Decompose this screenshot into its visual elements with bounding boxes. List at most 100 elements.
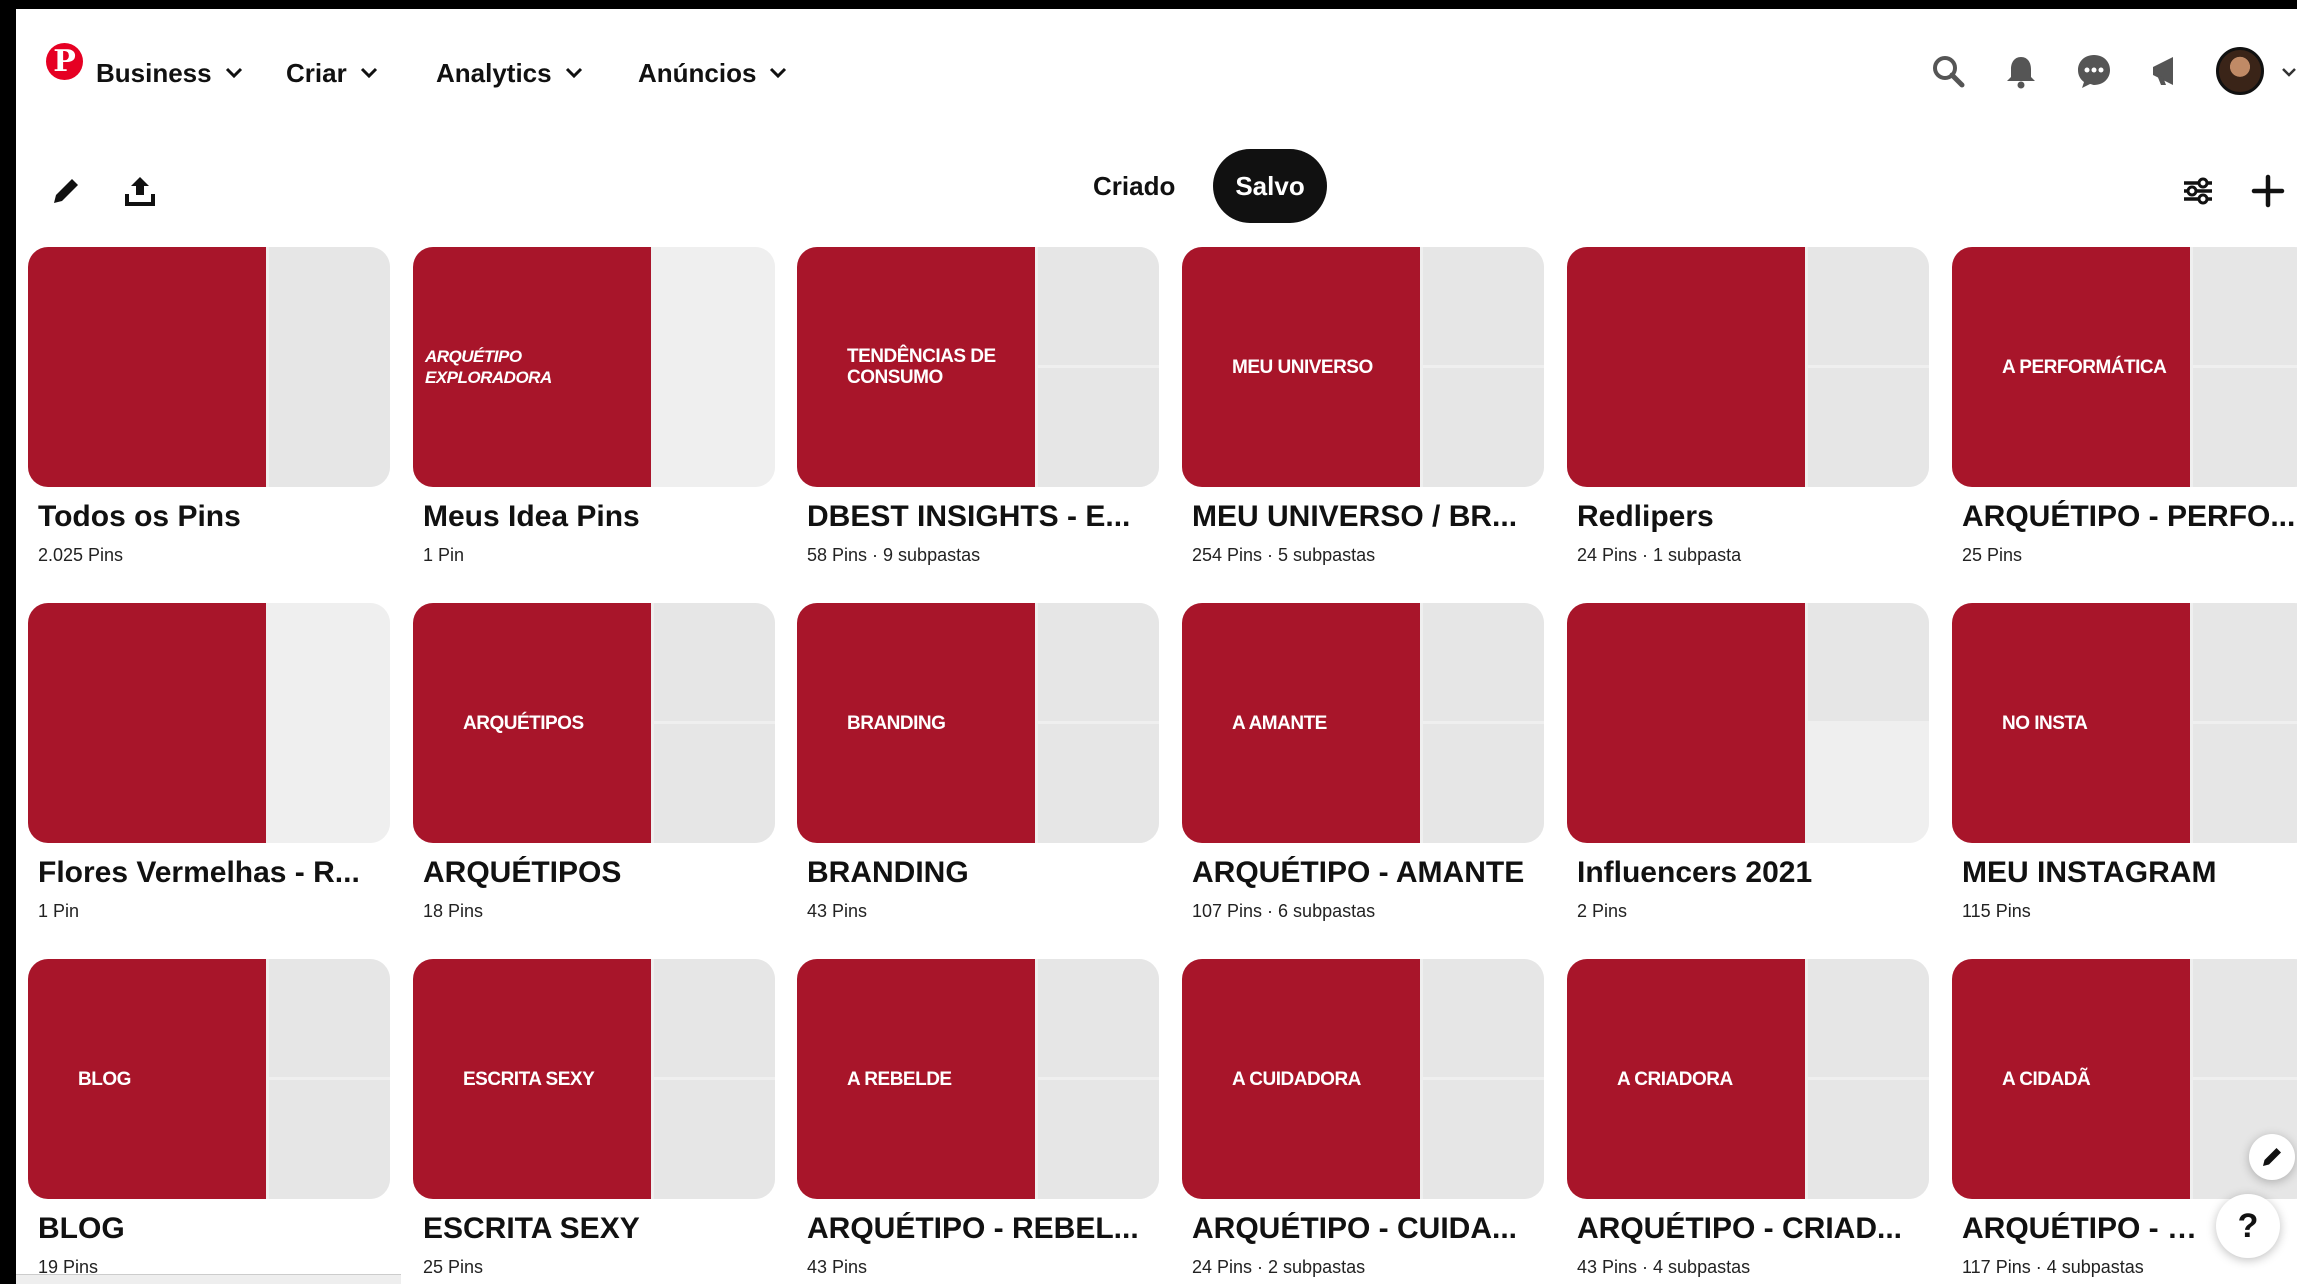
board-meta: 1 Pin — [423, 545, 465, 565]
nav-analytics-menu[interactable]: Analytics — [436, 53, 584, 93]
cover-image — [1038, 959, 1159, 1077]
nav-criar-menu[interactable]: Criar — [286, 53, 379, 93]
tab-salvo[interactable]: Salvo — [1213, 149, 1327, 223]
search-icon[interactable] — [1926, 49, 1970, 93]
board-card[interactable]: Flores Vermelhas - R... 1 Pin — [28, 603, 390, 923]
board-cover[interactable]: TENDÊNCIAS DE CONSUMO — [797, 247, 1159, 487]
board-meta: 115 Pins — [1962, 901, 2031, 921]
megaphone-icon[interactable] — [2145, 49, 2189, 93]
cover-image — [1038, 247, 1159, 365]
board-cover[interactable] — [1567, 247, 1929, 487]
chevron-down-icon — [565, 67, 582, 79]
cover-image: NO INSTA — [1952, 603, 2190, 843]
nav-analytics-label: Analytics — [436, 57, 552, 88]
cover-image — [1038, 1080, 1159, 1199]
board-title: Todos os Pins — [38, 500, 241, 533]
board-title: ARQUÉTIPO - REBEL... — [807, 1212, 1139, 1245]
board-card[interactable]: BLOG BLOG 19 Pins — [28, 959, 390, 1279]
sliders-icon[interactable] — [2176, 169, 2220, 213]
board-cover[interactable]: A CIDADÃ — [1952, 959, 2297, 1199]
board-card[interactable]: NO INSTA MEU INSTAGRAM 115 Pins — [1952, 603, 2297, 923]
cover-image — [1423, 724, 1544, 843]
board-title: Influencers 2021 — [1577, 856, 1813, 889]
board-card[interactable]: MEU UNIVERSO MEU UNIVERSO / BR... 254 Pi… — [1182, 247, 1544, 567]
board-cover[interactable]: A CRIADORA — [1567, 959, 1929, 1199]
bell-icon[interactable] — [1999, 49, 2043, 93]
board-cover[interactable]: A PERFORMÁTICA — [1952, 247, 2297, 487]
board-cover[interactable]: BRANDING — [797, 603, 1159, 843]
cover-image: ARQUÉTIPO EXPLORADORA — [413, 247, 651, 487]
board-cover[interactable]: ARQUÉTIPO EXPLORADORA — [413, 247, 775, 487]
board-cover[interactable]: A REBELDE — [797, 959, 1159, 1199]
chat-icon[interactable] — [2072, 49, 2116, 93]
board-meta: 18 Pins — [423, 901, 484, 921]
board-cover[interactable]: ARQUÉTIPOS — [413, 603, 775, 843]
plus-icon[interactable] — [2246, 169, 2290, 213]
cover-image — [2193, 724, 2297, 843]
board-card[interactable]: A AMANTE ARQUÉTIPO - AMANTE 107 Pins · 6… — [1182, 603, 1544, 923]
board-meta: 43 Pins — [807, 1257, 868, 1277]
cover-image: A CUIDADORA — [1182, 959, 1420, 1199]
pinterest-logo-icon[interactable]: P — [46, 43, 83, 80]
cover-text: A AMANTE — [1232, 712, 1327, 734]
pencil-icon[interactable] — [44, 169, 88, 213]
nav-anuncios-menu[interactable]: Anúncios — [638, 53, 788, 93]
cover-image: A CRIADORA — [1567, 959, 1805, 1199]
board-title: MEU UNIVERSO / BR... — [1192, 500, 1518, 533]
cover-text: NO INSTA — [2002, 712, 2088, 734]
cover-image: MEU UNIVERSO — [1182, 247, 1420, 487]
board-card[interactable]: TENDÊNCIAS DE CONSUMO DBEST INSIGHTS - E… — [797, 247, 1159, 567]
board-card[interactable]: Redlipers 24 Pins · 1 subpasta — [1567, 247, 1929, 567]
cover-image: A AMANTE — [1182, 603, 1420, 843]
board-title: MEU INSTAGRAM — [1962, 856, 2217, 889]
nav-criar-label: Criar — [286, 57, 347, 88]
cover-text: MEU UNIVERSO — [1232, 356, 1373, 378]
board-meta: 24 Pins · 2 subpastas — [1192, 1257, 1366, 1277]
edit-floating-button[interactable] — [2249, 1134, 2295, 1180]
board-card[interactable]: Todos os Pins 2.025 Pins — [28, 247, 390, 567]
board-cover[interactable]: A CUIDADORA — [1182, 959, 1544, 1199]
board-title: ARQUÉTIPO - CRIAD... — [1577, 1212, 1903, 1245]
chevron-down-icon — [770, 67, 787, 79]
cover-text: A CIDADÃ — [2002, 1068, 2091, 1090]
avatar[interactable] — [2216, 47, 2264, 95]
cover-image — [1423, 959, 1544, 1077]
cover-image — [2193, 603, 2297, 721]
board-meta: 25 Pins — [1962, 545, 2023, 565]
board-cover[interactable]: MEU UNIVERSO — [1182, 247, 1544, 487]
board-cover[interactable]: ESCRITA SEXY — [413, 959, 775, 1199]
cover-image — [1808, 959, 1929, 1077]
cover-image — [28, 603, 266, 843]
board-cover[interactable]: A AMANTE — [1182, 603, 1544, 843]
board-card[interactable]: A REBELDE ARQUÉTIPO - REBEL... 43 Pins — [797, 959, 1159, 1279]
cover-image — [1808, 603, 1929, 721]
board-card[interactable]: Influencers 2021 2 Pins — [1567, 603, 1929, 923]
board-cover[interactable]: NO INSTA — [1952, 603, 2297, 843]
cover-image — [1808, 368, 1929, 487]
board-card[interactable]: BRANDING BRANDING 43 Pins — [797, 603, 1159, 923]
nav-business-menu[interactable]: Business — [96, 53, 244, 93]
board-cover[interactable]: BLOG — [28, 959, 390, 1199]
nav-anuncios-label: Anúncios — [638, 57, 757, 88]
cover-image — [654, 1080, 775, 1199]
board-title: ARQUÉTIPO - CUIDA... — [1192, 1212, 1518, 1245]
board-cover[interactable] — [28, 247, 390, 487]
board-card[interactable]: A CUIDADORA ARQUÉTIPO - CUIDA... 24 Pins… — [1182, 959, 1544, 1279]
board-card[interactable]: A PERFORMÁTICA ARQUÉTIPO - PERFO... 25 P… — [1952, 247, 2297, 567]
cover-image — [1423, 247, 1544, 365]
help-button[interactable]: ? — [2216, 1194, 2280, 1258]
cover-text: BRANDING — [847, 712, 946, 734]
upload-icon[interactable] — [118, 169, 162, 213]
board-card[interactable]: ARQUÉTIPO EXPLORADORA Meus Idea Pins 1 P… — [413, 247, 775, 567]
board-card[interactable]: ESCRITA SEXY ESCRITA SEXY 25 Pins — [413, 959, 775, 1279]
board-card[interactable]: ARQUÉTIPOS ARQUÉTIPOS 18 Pins — [413, 603, 775, 923]
board-cover[interactable] — [28, 603, 390, 843]
board-cover[interactable] — [1567, 603, 1929, 843]
board-card[interactable]: A CRIADORA ARQUÉTIPO - CRIAD... 43 Pins … — [1567, 959, 1929, 1279]
tab-criado[interactable]: Criado — [1071, 149, 1197, 223]
board-title: ARQUÉTIPO - AMANTE — [1192, 856, 1525, 889]
chevron-down-icon[interactable] — [2281, 64, 2297, 80]
cover-text: BLOG — [78, 1068, 131, 1090]
board-meta: 25 Pins — [423, 1257, 484, 1277]
pencil-icon — [2263, 1148, 2281, 1166]
